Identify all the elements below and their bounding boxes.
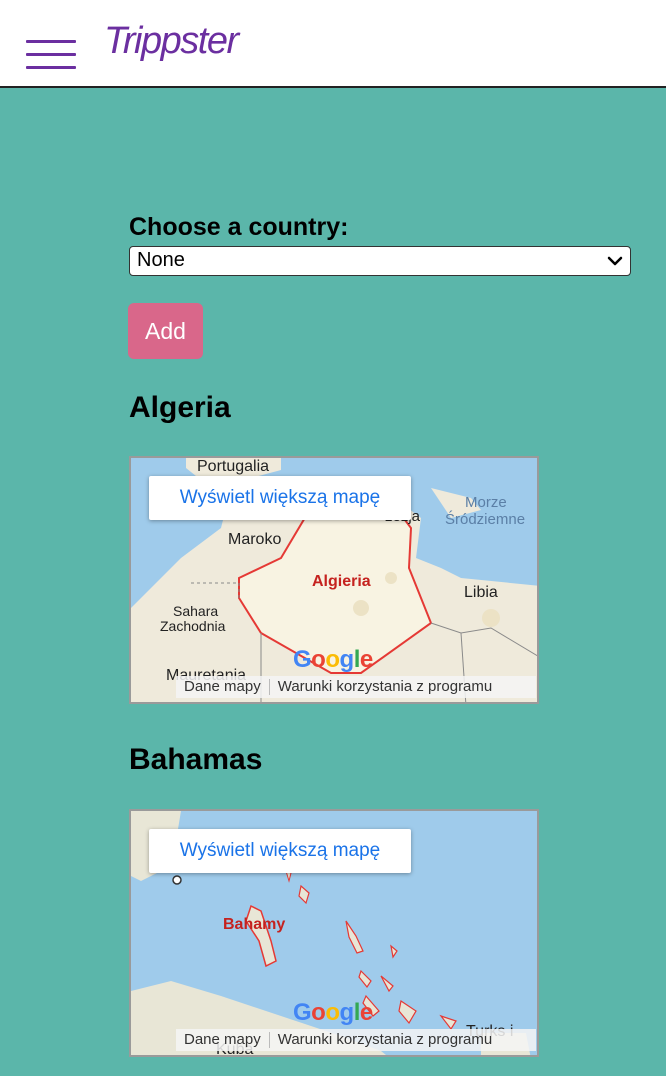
logo-letter: e: [359, 999, 373, 1026]
logo-letter: o: [311, 999, 326, 1026]
country-select-value: None: [137, 249, 185, 271]
logo-letter: G: [293, 646, 312, 673]
country-select-label: Choose a country:: [129, 213, 349, 241]
terms-link[interactable]: Warunki korzystania z programu: [270, 676, 501, 698]
hamburger-menu-icon[interactable]: [26, 40, 76, 72]
map-bahamas[interactable]: Bahamy Turks i Kuba Wyświetl większą map…: [129, 809, 539, 1057]
country-title-algeria: Algeria: [129, 391, 231, 424]
map-label-sea-line2: Śródziemne: [445, 511, 526, 528]
map-label-highlight: Algieria: [312, 573, 371, 590]
map-label-sea-line1: Morze: [465, 494, 507, 511]
view-larger-map-button[interactable]: Wyświetl większą mapę: [149, 829, 411, 873]
view-larger-map-button[interactable]: Wyświetl większą mapę: [149, 476, 411, 520]
logo-letter: G: [293, 999, 312, 1026]
menu-line: [26, 40, 76, 43]
menu-line: [26, 66, 76, 69]
logo-letter: e: [359, 646, 373, 673]
top-bar: Trippster: [0, 0, 666, 88]
country-select[interactable]: None: [129, 246, 631, 276]
map-label-western-sahara-2: Zachodnia: [160, 618, 226, 634]
map-attribution: Dane mapy Warunki korzystania z programu: [176, 676, 536, 698]
google-logo[interactable]: Google: [293, 999, 373, 1027]
logo-letter: o: [311, 646, 326, 673]
map-attribution: Dane mapy Warunki korzystania z programu: [176, 1029, 536, 1051]
logo-letter: o: [325, 646, 340, 673]
chevron-down-icon: [607, 256, 623, 266]
terms-link[interactable]: Warunki korzystania z programu: [270, 1029, 501, 1051]
map-label-libya: Libia: [464, 584, 498, 601]
country-title-bahamas: Bahamas: [129, 743, 263, 776]
add-country-button[interactable]: Add: [128, 303, 203, 359]
logo-letter: g: [339, 646, 355, 673]
map-data-link[interactable]: Dane mapy: [176, 1029, 269, 1051]
logo-letter: g: [339, 999, 355, 1026]
brand-logo[interactable]: Trippster: [104, 20, 239, 63]
map-label-morocco: Maroko: [228, 531, 282, 548]
logo-letter: o: [325, 999, 340, 1026]
map-algeria[interactable]: Portugalia zezja Morze Śródziemne Maroko…: [129, 456, 539, 704]
map-label-highlight: Bahamy: [223, 916, 286, 933]
map-label-portugal: Portugalia: [197, 458, 270, 475]
google-logo[interactable]: Google: [293, 646, 373, 674]
map-data-link[interactable]: Dane mapy: [176, 676, 269, 698]
map-label-western-sahara-1: Sahara: [173, 603, 219, 619]
menu-line: [26, 53, 76, 56]
